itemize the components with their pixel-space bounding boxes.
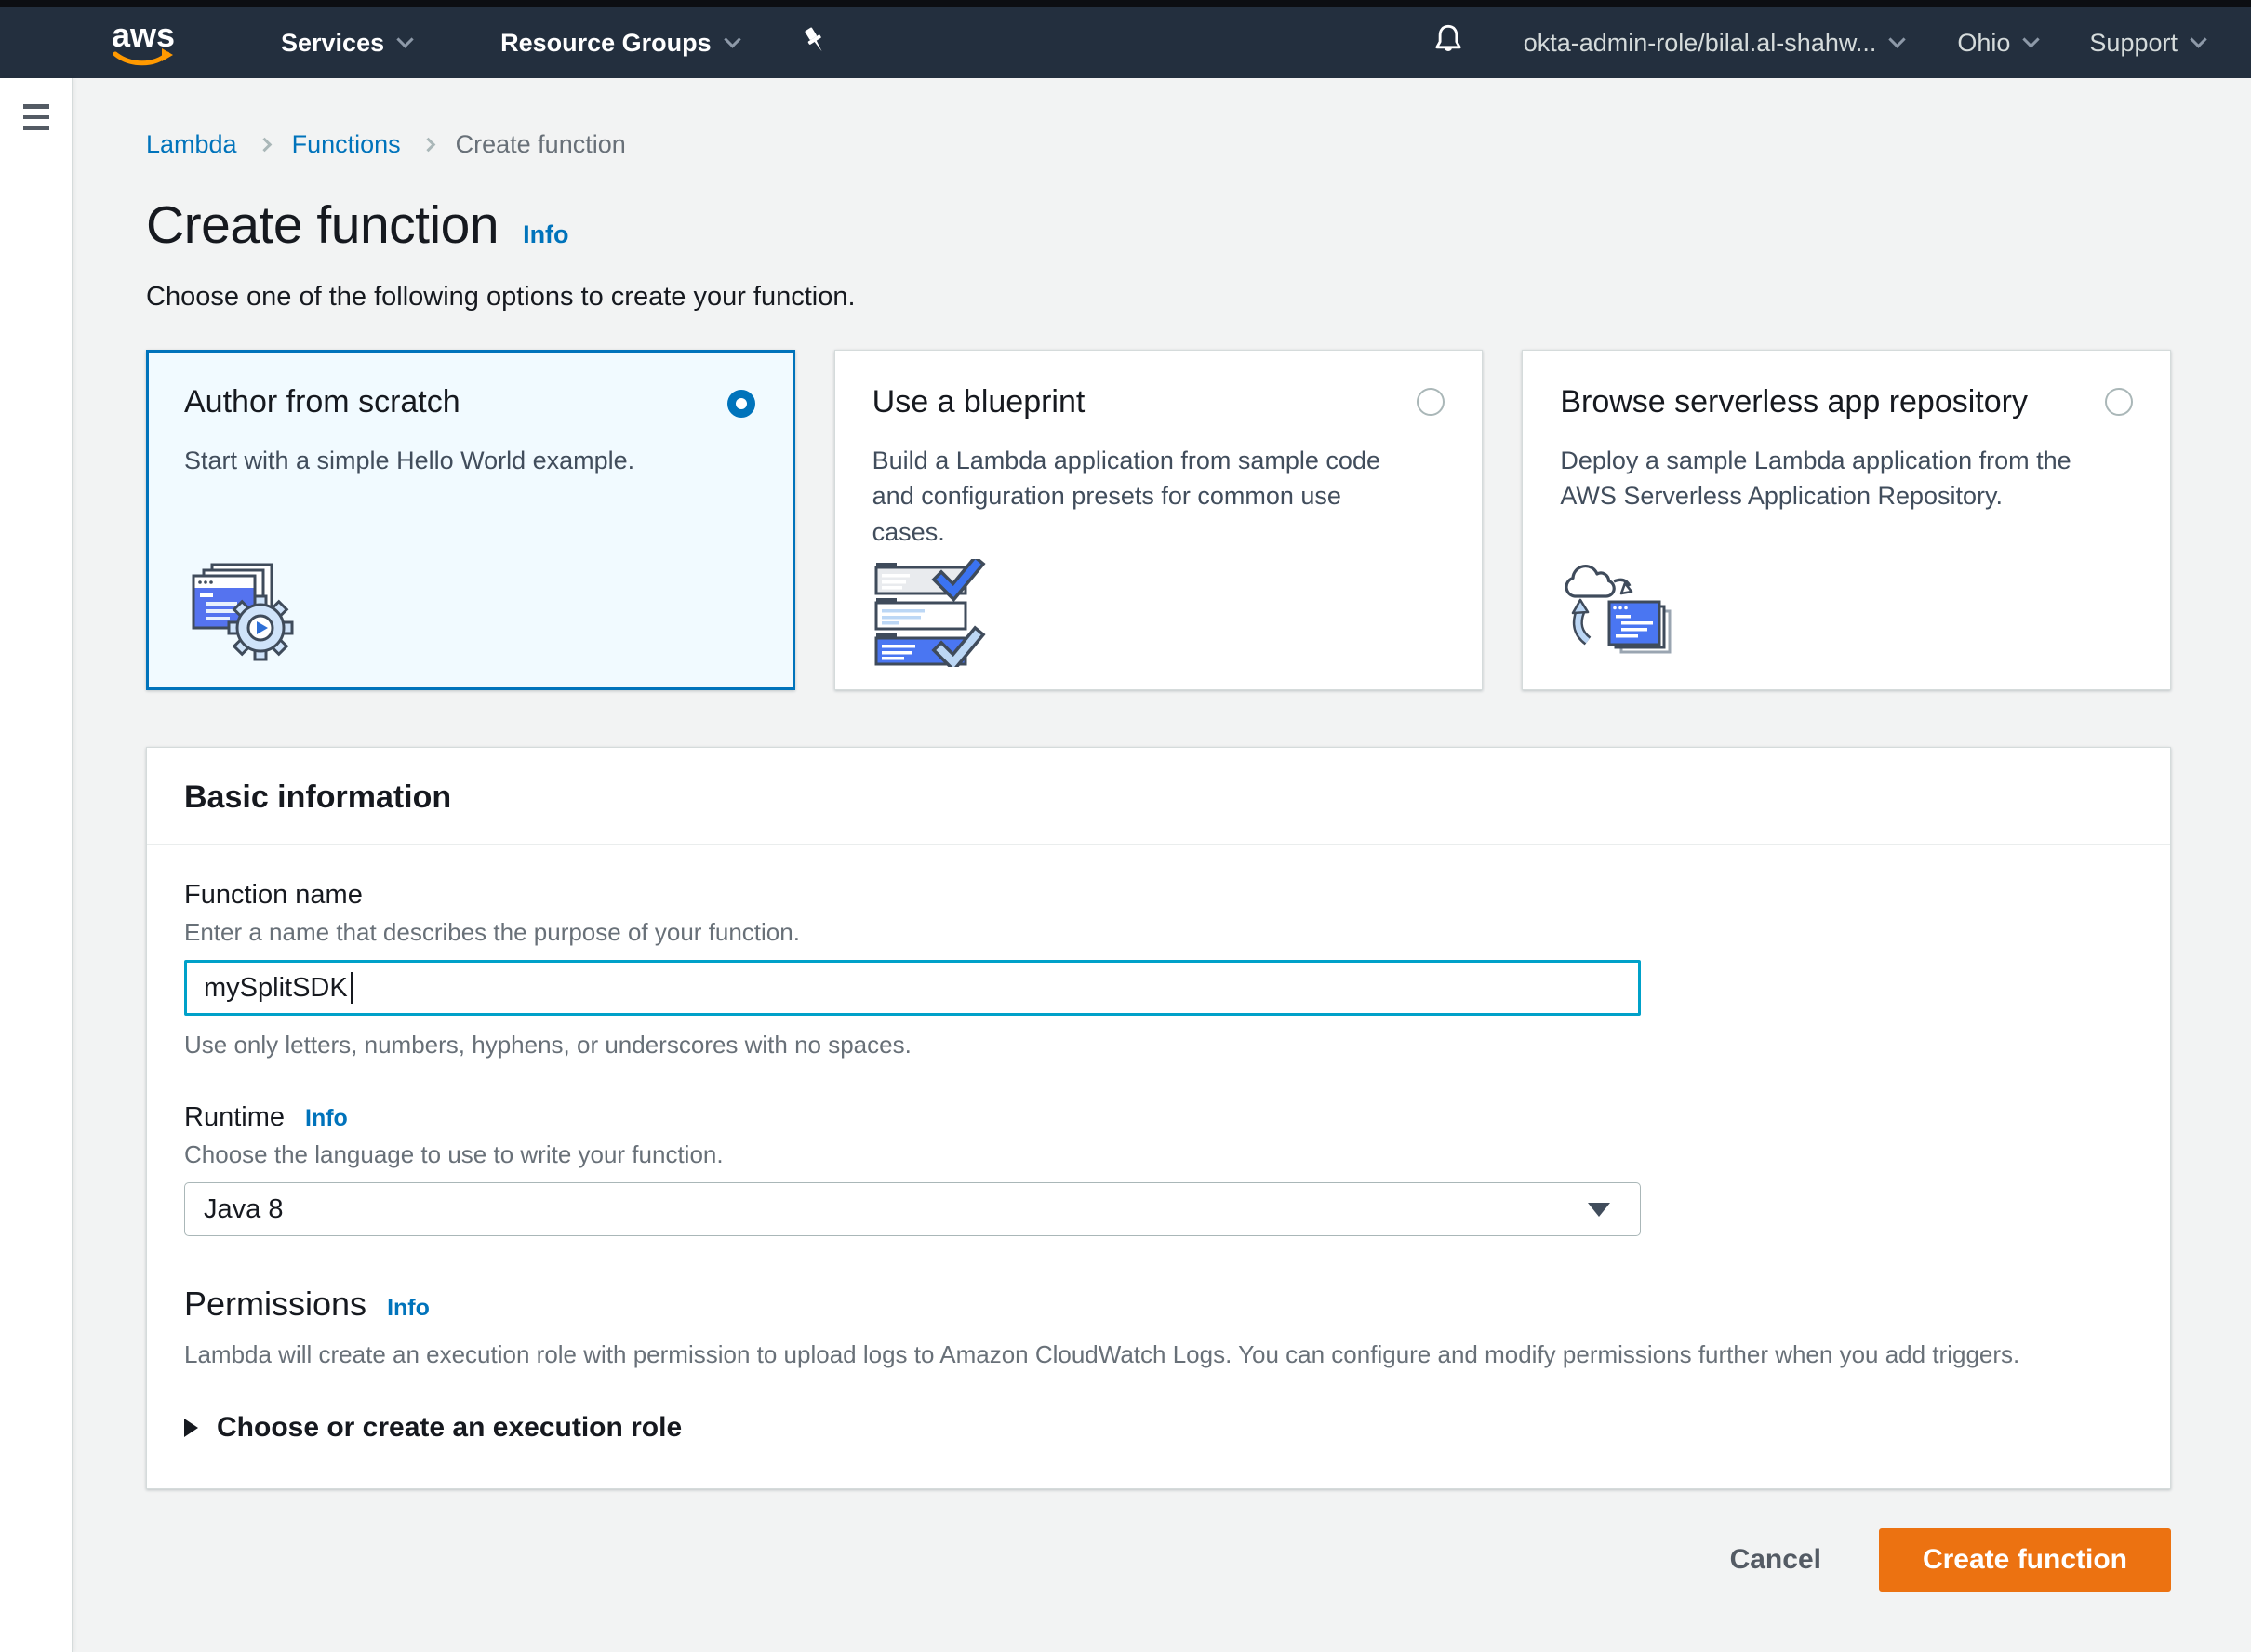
chevron-right-icon <box>420 138 435 153</box>
chevron-down-icon <box>724 31 740 47</box>
execution-role-expander[interactable]: Choose or create an execution role <box>184 1412 2133 1444</box>
nav-support-menu[interactable]: Support <box>2089 29 2204 58</box>
basic-information-heading: Basic information <box>184 779 2133 816</box>
execution-role-expander-label: Choose or create an execution role <box>217 1412 682 1444</box>
svg-text:aws: aws <box>112 17 175 54</box>
permissions-heading: Permissions <box>184 1285 366 1324</box>
runtime-help: Choose the language to use to write your… <box>184 1140 2133 1169</box>
hamburger-menu-icon[interactable] <box>23 104 72 130</box>
author-from-scratch-icon <box>186 557 301 665</box>
create-function-button[interactable]: Create function <box>1879 1528 2171 1592</box>
aws-logo[interactable]: aws <box>106 17 184 69</box>
basic-information-panel: Basic information Function name Enter a … <box>146 747 2171 1489</box>
permissions-description: Lambda will create an execution role wit… <box>184 1340 2133 1369</box>
function-name-field: Function name Enter a name that describe… <box>184 880 2133 1059</box>
chevron-right-icon <box>257 138 272 153</box>
nav-region-menu[interactable]: Ohio <box>1957 29 2037 58</box>
runtime-field: Runtime Info Choose the language to use … <box>184 1102 2133 1236</box>
radio-selected-icon[interactable] <box>727 390 755 418</box>
nav-region-label: Ohio <box>1957 29 2010 58</box>
card-description: Build a Lambda application from sample c… <box>872 443 1445 550</box>
function-name-value: mySplitSDK <box>204 973 348 1004</box>
footer-actions: Cancel Create function <box>146 1528 2171 1592</box>
permissions-section: Permissions Info Lambda will create an e… <box>184 1285 2133 1444</box>
chevron-down-icon <box>1889 31 1906 47</box>
runtime-select[interactable]: Java 8 <box>184 1182 1641 1236</box>
breadcrumb-lambda-link[interactable]: Lambda <box>146 130 237 159</box>
collapsed-sidebar <box>0 78 73 1652</box>
chevron-down-icon <box>2023 31 2040 47</box>
chevron-down-icon <box>396 31 413 47</box>
runtime-label: Runtime <box>184 1102 285 1133</box>
card-title: Browse serverless app repository <box>1560 384 2133 420</box>
cancel-button[interactable]: Cancel <box>1730 1544 1821 1576</box>
card-description: Deploy a sample Lambda application from … <box>1560 443 2133 514</box>
main-content: Lambda Functions Create function Create … <box>73 78 2251 1652</box>
card-author-from-scratch[interactable]: Author from scratch Start with a simple … <box>146 350 795 690</box>
chevron-down-icon <box>2190 31 2206 47</box>
permissions-info-link[interactable]: Info <box>387 1295 430 1322</box>
function-name-label: Function name <box>184 880 2133 911</box>
breadcrumb: Lambda Functions Create function <box>146 130 2171 159</box>
card-title: Use a blueprint <box>872 384 1445 420</box>
runtime-selected-option: Java 8 <box>204 1194 283 1225</box>
pushpin-icon[interactable] <box>800 25 828 61</box>
select-caret-icon <box>1588 1203 1610 1217</box>
window-top-edge <box>0 0 2251 7</box>
breadcrumb-current-page: Create function <box>456 130 626 159</box>
title-info-link[interactable]: Info <box>523 220 568 249</box>
blueprint-icon <box>872 559 988 667</box>
runtime-info-link[interactable]: Info <box>305 1105 348 1132</box>
nav-services-menu[interactable]: Services <box>281 29 411 58</box>
creation-option-cards: Author from scratch Start with a simple … <box>146 350 2171 690</box>
nav-resource-groups-label: Resource Groups <box>500 29 712 58</box>
serverless-app-repository-icon <box>1560 559 1681 667</box>
nav-resource-groups-menu[interactable]: Resource Groups <box>500 29 739 58</box>
breadcrumb-functions-link[interactable]: Functions <box>292 130 401 159</box>
page-title: Create function <box>146 194 499 256</box>
radio-unselected-icon[interactable] <box>2105 388 2133 416</box>
nav-support-label: Support <box>2089 29 2178 58</box>
card-use-a-blueprint[interactable]: Use a blueprint Build a Lambda applicati… <box>834 350 1484 690</box>
function-name-input[interactable]: mySplitSDK <box>184 960 1641 1016</box>
top-navigation-bar: aws Services Resource Groups <box>0 7 2251 78</box>
function-name-constraint: Use only letters, numbers, hyphens, or u… <box>184 1031 2133 1059</box>
text-cursor <box>351 972 353 1004</box>
notifications-bell-icon[interactable] <box>1431 22 1466 64</box>
nav-services-label: Services <box>281 29 384 58</box>
card-description: Start with a simple Hello World example. <box>184 443 757 478</box>
card-title: Author from scratch <box>184 384 757 420</box>
page-subtitle: Choose one of the following options to c… <box>146 282 2171 313</box>
nav-account-menu[interactable]: okta-admin-role/bilal.al-shahw... <box>1524 29 1904 58</box>
nav-account-label: okta-admin-role/bilal.al-shahw... <box>1524 29 1877 58</box>
expander-triangle-icon <box>184 1419 198 1437</box>
function-name-help: Enter a name that describes the purpose … <box>184 918 2133 947</box>
card-browse-serverless-app-repository[interactable]: Browse serverless app repository Deploy … <box>1522 350 2171 690</box>
